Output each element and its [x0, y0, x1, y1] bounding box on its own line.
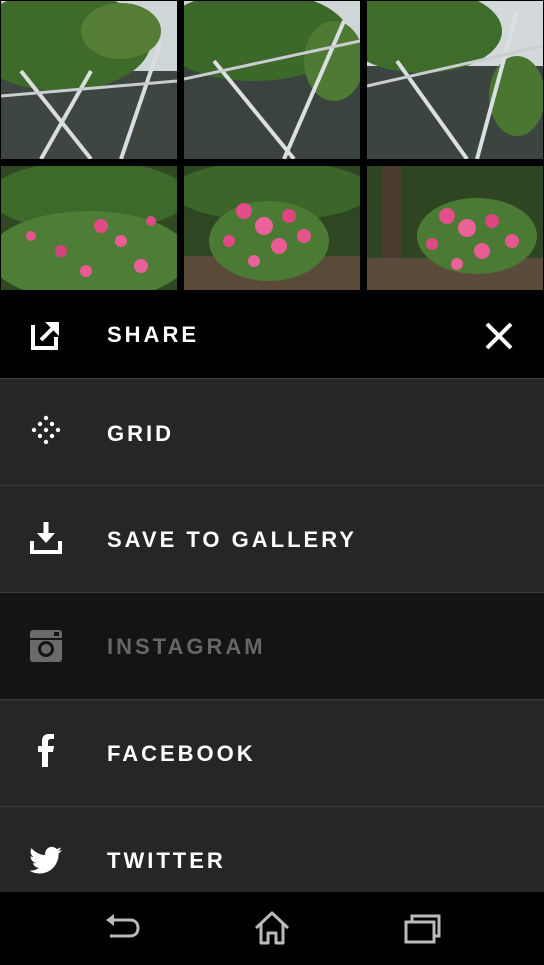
option-label: GRID — [107, 421, 174, 446]
navigation-bar — [0, 892, 544, 965]
grid-icon — [31, 415, 61, 445]
option-facebook[interactable]: FACEBOOK — [0, 699, 544, 806]
close-icon[interactable] — [482, 319, 516, 353]
option-instagram: INSTAGRAM — [0, 592, 544, 699]
photo-thumbnail-2[interactable] — [184, 1, 360, 159]
photo-thumbnail-5[interactable] — [184, 166, 360, 290]
photo-grid — [0, 0, 544, 291]
photo-thumbnail-4[interactable] — [1, 166, 177, 290]
photo-thumbnail-3[interactable] — [367, 1, 543, 159]
facebook-icon — [38, 734, 54, 767]
download-icon — [30, 522, 62, 554]
recents-icon[interactable] — [402, 910, 442, 946]
share-sheet: SHARE GRID SAVE TO GALLERY INSTAGRAM FAC… — [0, 291, 544, 913]
option-label: INSTAGRAM — [107, 634, 266, 659]
option-label: TWITTER — [107, 848, 226, 873]
instagram-icon — [30, 630, 62, 662]
back-icon[interactable] — [102, 910, 142, 946]
twitter-icon — [29, 846, 62, 874]
photo-thumbnail-1[interactable] — [1, 1, 177, 159]
share-icon — [31, 322, 59, 350]
option-save-to-gallery[interactable]: SAVE TO GALLERY — [0, 485, 544, 592]
option-grid[interactable]: GRID — [0, 378, 544, 485]
home-icon[interactable] — [252, 910, 292, 946]
share-header: SHARE — [0, 291, 544, 378]
option-label: FACEBOOK — [107, 741, 256, 766]
share-title: SHARE — [107, 322, 200, 347]
photo-thumbnail-6[interactable] — [367, 166, 543, 290]
option-label: SAVE TO GALLERY — [107, 527, 357, 552]
